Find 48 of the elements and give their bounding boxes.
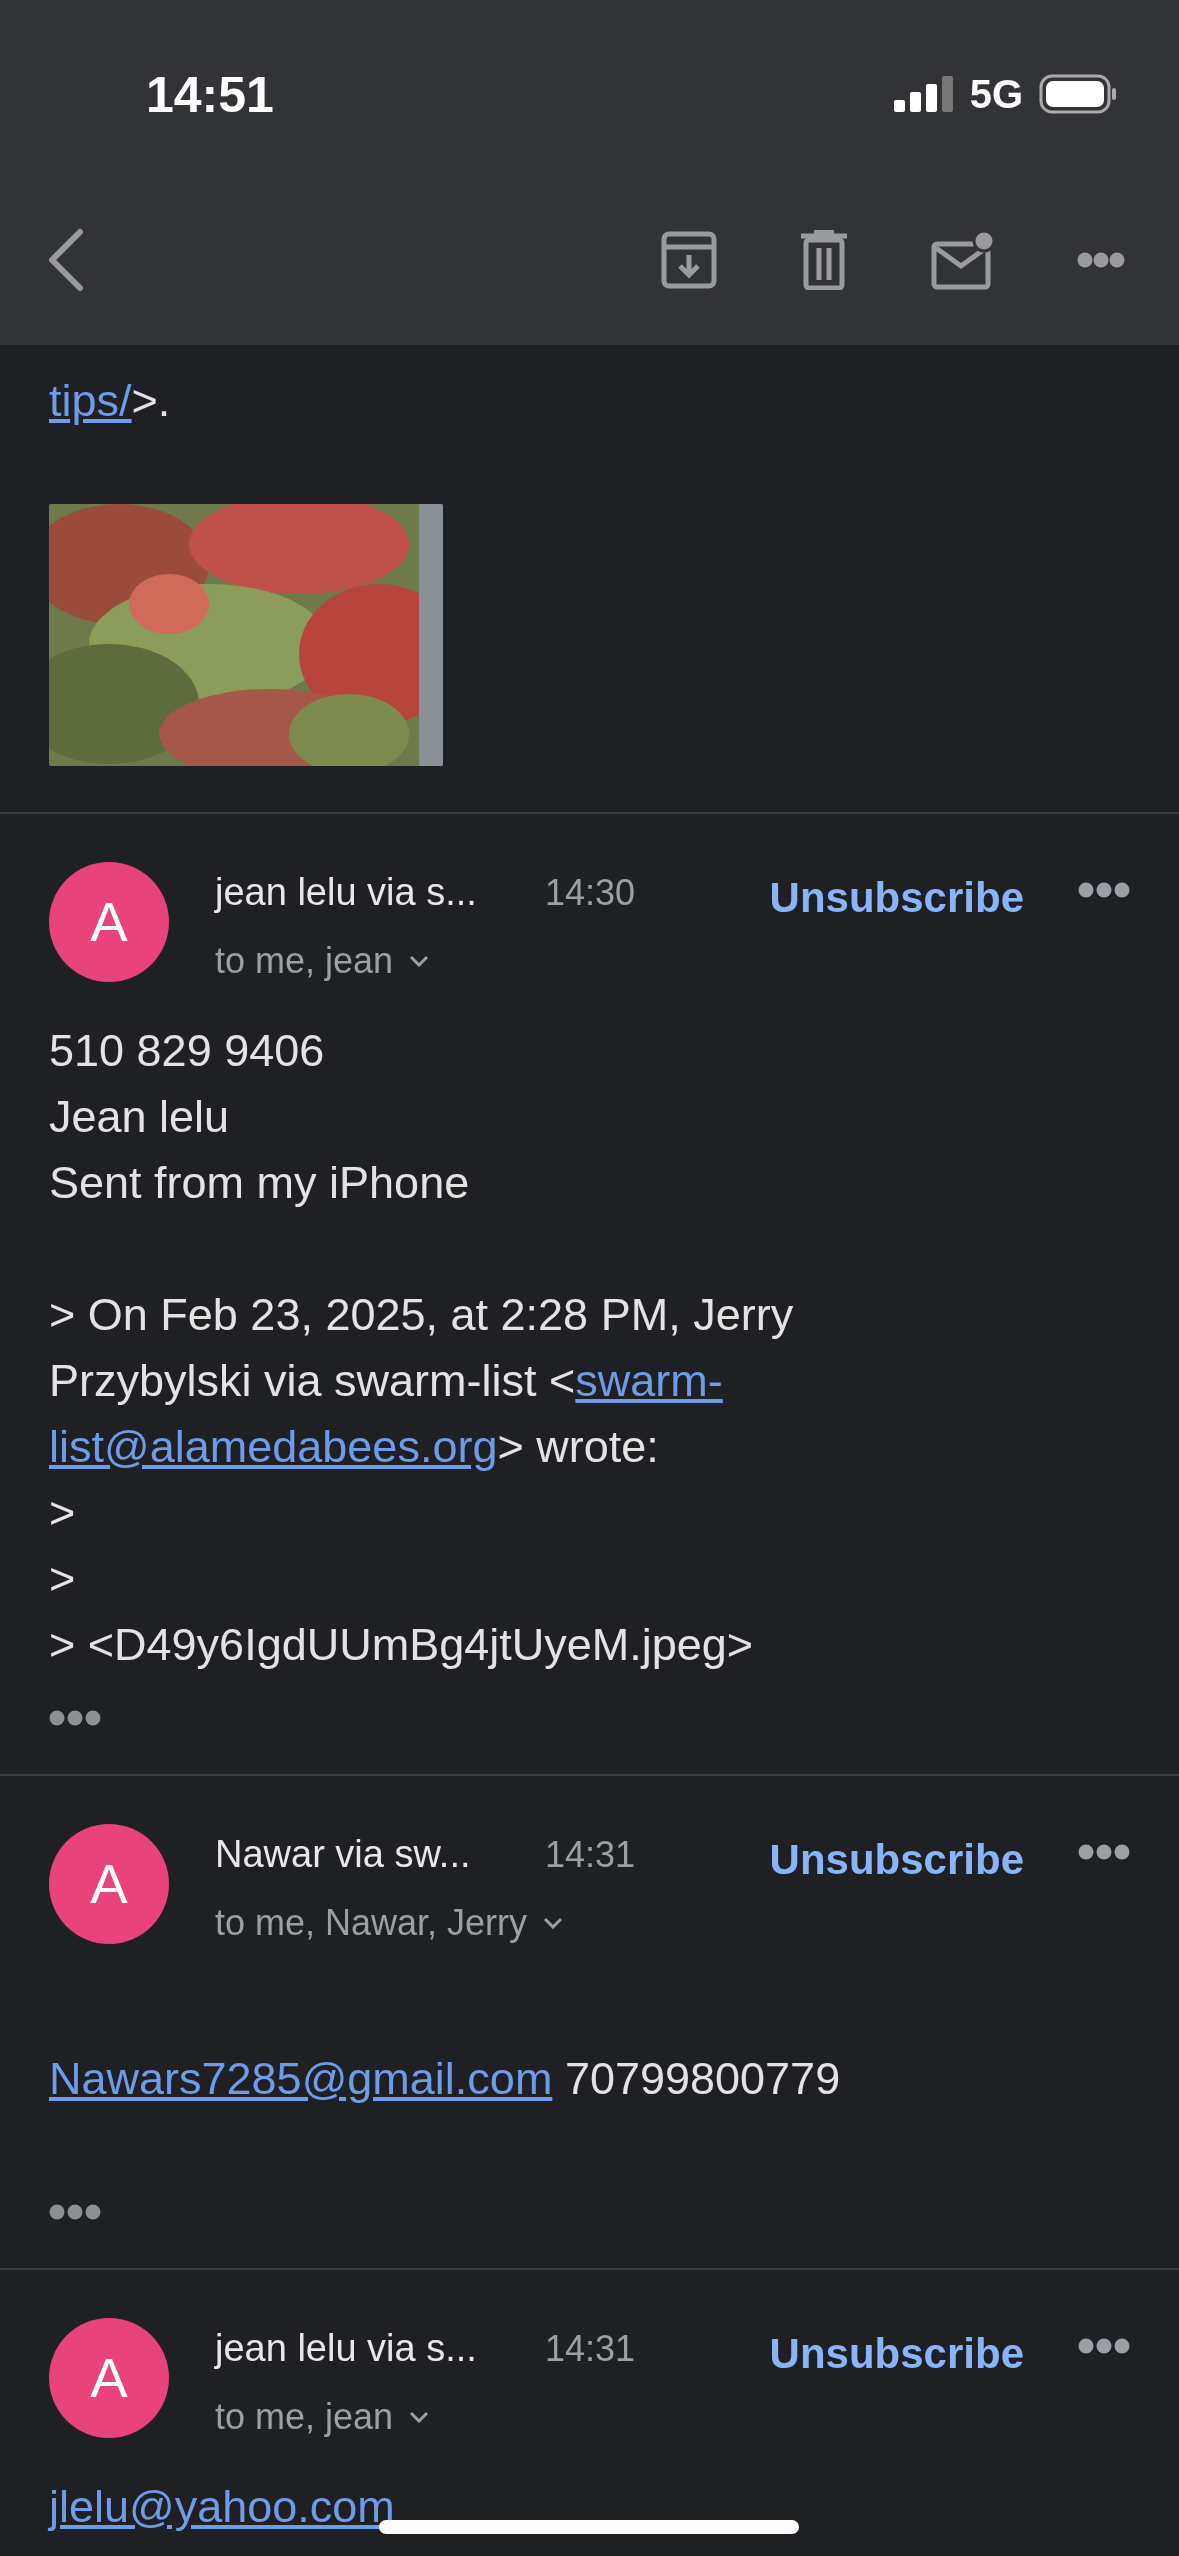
- recipients: to me, jean: [215, 2395, 394, 2439]
- network-label: 5G: [969, 71, 1023, 118]
- link[interactable]: Nawars7285@gmail.com: [49, 2053, 553, 2104]
- email-link[interactable]: jlelu@yahoo.com: [49, 2481, 395, 2532]
- message-time: 14:31: [545, 2327, 636, 2371]
- body-line: 510 829 9406: [49, 1024, 326, 1078]
- chevron-down-icon[interactable]: [409, 955, 430, 967]
- battery-icon: [1039, 74, 1117, 114]
- back-icon[interactable]: [46, 228, 86, 292]
- trimmed-content-icon[interactable]: [49, 2204, 101, 2220]
- body-line: >: [49, 1552, 77, 1606]
- body-line: >: [49, 1486, 77, 1540]
- avatar: A: [49, 2318, 169, 2438]
- body-line: Nawars7285@gmail.com 70799800779: [49, 2052, 842, 2106]
- recipients: to me, Nawar, Jerry: [215, 1901, 528, 1945]
- trash-icon[interactable]: [799, 230, 849, 290]
- body-line: tips/>.: [49, 374, 172, 428]
- more-icon[interactable]: [1077, 252, 1125, 268]
- avatar: A: [49, 862, 169, 982]
- signal-icon: [893, 76, 954, 112]
- message-time: 14:31: [545, 1833, 636, 1877]
- more-button[interactable]: [1078, 1844, 1130, 1860]
- chevron-down-icon[interactable]: [543, 1917, 564, 1929]
- unread-mail-icon[interactable]: [931, 230, 995, 290]
- unsubscribe-link[interactable]: Unsubscribe: [769, 866, 1024, 929]
- recipients: to me, jean: [215, 939, 394, 983]
- status-time: 14:51: [146, 66, 274, 125]
- unsubscribe-link[interactable]: Unsubscribe: [769, 1828, 1024, 1891]
- link[interactable]: swarm-: [575, 1355, 723, 1406]
- trimmed-content-icon[interactable]: [49, 1710, 101, 1726]
- link[interactable]: list@alamedabees.org: [49, 1421, 498, 1472]
- chevron-down-icon[interactable]: [409, 2411, 430, 2423]
- message-time: 14:30: [545, 871, 636, 915]
- body-line: > On Feb 23, 2025, at 2:28 PM, Jerry: [49, 1288, 795, 1342]
- more-button[interactable]: [1078, 882, 1130, 898]
- archive-icon[interactable]: [661, 231, 717, 289]
- body-line: Sent from my iPhone: [49, 1156, 471, 1210]
- body-line: Przybylski via swarm-list <swarm-: [49, 1354, 724, 1408]
- sender-name: Nawar via sw...: [215, 1832, 472, 1877]
- sender-name: jean lelu via s...: [215, 870, 478, 915]
- sender-name: jean lelu via s...: [215, 2326, 478, 2371]
- body-line: > <D49y6IgdUUmBg4jtUyeM.jpeg>: [49, 1618, 755, 1672]
- unsubscribe-link[interactable]: Unsubscribe: [769, 2322, 1024, 2385]
- body-line: list@alamedabees.org> wrote:: [49, 1420, 660, 1474]
- link[interactable]: tips/: [49, 375, 132, 426]
- more-button[interactable]: [1078, 2338, 1130, 2354]
- body-line: Jean lelu: [49, 1090, 231, 1144]
- avatar: A: [49, 1824, 169, 1944]
